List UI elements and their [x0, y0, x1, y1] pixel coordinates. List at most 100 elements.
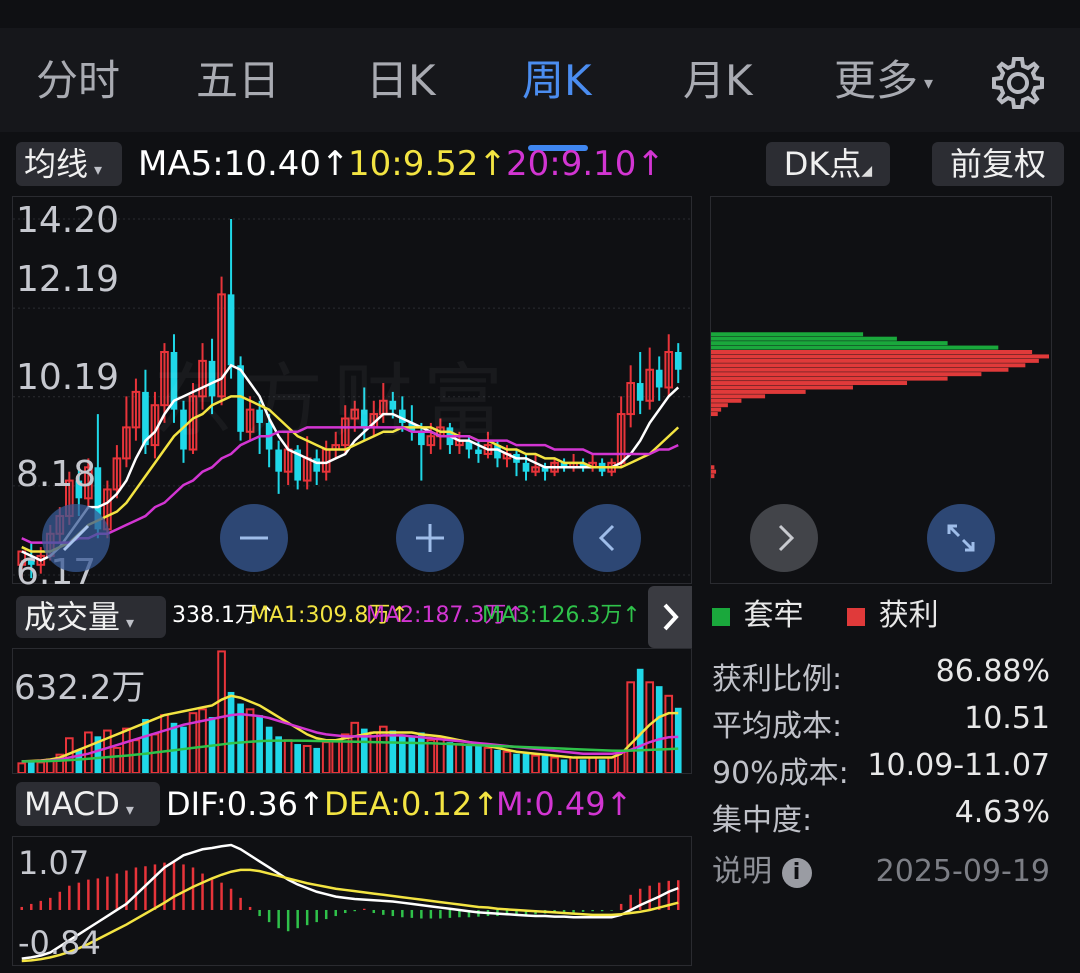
chevron-down-icon: ▾ — [924, 72, 934, 94]
info-icon[interactable]: i — [781, 857, 812, 888]
volume-bar-up — [483, 746, 493, 773]
chip-bar-profit — [711, 385, 853, 390]
tab-more-label: 更多 — [834, 56, 919, 105]
ma-selector[interactable]: 均线 ▾ — [16, 142, 122, 186]
ma20-value: 20:9.10↑ — [506, 144, 665, 184]
dif-line — [21, 843, 679, 960]
concentration-value: 4.63% — [954, 795, 1050, 830]
volume-bar-up — [550, 756, 559, 773]
volume-bar-down — [513, 753, 520, 773]
chip-bar-profit — [711, 474, 715, 479]
volume-bar-down — [256, 715, 263, 773]
volume-bar-down — [560, 759, 568, 773]
price-tick-1: 14.20 — [16, 200, 120, 241]
volume-bar-down — [265, 726, 273, 773]
gear-icon[interactable] — [990, 55, 1046, 111]
volume-bar-down — [446, 742, 454, 773]
profit-ratio-value: 86.88% — [935, 654, 1050, 689]
volume-selector[interactable]: 成交量 ▾ — [16, 596, 166, 638]
volume-bar-down — [636, 668, 644, 773]
tab-weekly-k[interactable]: 周K — [522, 56, 592, 106]
price-tick-2: 12.19 — [16, 259, 120, 300]
volume-bar-down — [398, 734, 406, 773]
volume-bar-up — [426, 739, 436, 773]
volume-bar-down — [465, 745, 473, 773]
chip-bar-profit — [711, 350, 1033, 355]
volume-bar-up — [588, 756, 597, 773]
expand-icon — [62, 524, 90, 552]
volume-bar-up — [198, 708, 207, 773]
zoom-reset-button[interactable] — [42, 504, 110, 572]
volume-bar-up — [455, 743, 464, 773]
volume-bar-up — [569, 756, 578, 773]
chip-note[interactable]: 说明 i — [712, 852, 812, 892]
cost-90-value: 10.09-11.07 — [867, 748, 1050, 783]
chip-bar-trap — [711, 332, 864, 337]
chip-bar-trap — [711, 336, 897, 341]
expand-panel-button[interactable] — [648, 586, 692, 648]
chip-bar-profit — [711, 376, 948, 381]
tab-more[interactable]: 更多 ▾ — [834, 56, 933, 106]
chevron-down-icon: ▾ — [126, 613, 135, 632]
volume-bar-up — [36, 761, 46, 773]
avg-cost-label: 平均成本: — [712, 709, 843, 744]
zoom-in-button[interactable] — [396, 504, 464, 572]
trap-legend-swatch — [712, 607, 730, 626]
chip-note-label: 说明 — [712, 854, 772, 889]
macd-selector[interactable]: MACD ▾ — [16, 782, 160, 826]
zoom-out-button[interactable] — [220, 504, 288, 572]
volume-bar-up — [160, 714, 169, 773]
cost-90-label: 90%成本: — [712, 756, 849, 791]
profit-ratio-label: 获利比例: — [712, 662, 843, 697]
ma-selector-label: 均线 — [24, 145, 89, 183]
ma10-value: 10:9.52↑ — [348, 144, 507, 184]
volume-bar-up — [112, 746, 122, 773]
ma5-value: MA5:10.40↑ — [138, 144, 350, 184]
volume-bar-down — [674, 707, 682, 773]
dk-point-button[interactable]: DK点◢ — [766, 142, 890, 186]
candle-down — [674, 352, 682, 370]
volume-bar-up — [17, 762, 27, 773]
macd-dif: DIF:0.36↑ — [166, 785, 325, 823]
period-tab-bar: 分时 五日 日K 周K 月K 更多 ▾ — [0, 28, 1080, 151]
volume-bar-down — [598, 759, 606, 773]
chip-bar-profit — [711, 372, 982, 377]
tab-five-day[interactable]: 五日 — [196, 56, 280, 106]
volume-bar-down — [541, 755, 549, 773]
chip-bar-profit — [711, 394, 766, 399]
chip-bar-profit — [711, 389, 806, 394]
candle-down — [655, 369, 663, 388]
minus-icon — [240, 536, 268, 540]
volume-bar-up — [502, 750, 512, 773]
macd-chart — [20, 843, 680, 963]
fullscreen-button[interactable] — [927, 504, 995, 572]
chip-bar-profit — [711, 367, 1009, 372]
chip-date: 2025-09-19 — [875, 854, 1050, 889]
forward-adjust-button[interactable]: 前复权 — [932, 142, 1064, 186]
tab-intraday[interactable]: 分时 — [36, 56, 120, 106]
chevron-down-icon: ▾ — [125, 800, 134, 819]
volume-bar-up — [122, 727, 131, 773]
tab-monthly-k[interactable]: 月K — [683, 56, 753, 106]
macd-axis-bottom: -0.84 — [18, 924, 101, 962]
chevron-right-icon — [663, 603, 679, 631]
volume-bar-up — [321, 741, 331, 773]
volume-bar-up — [626, 681, 636, 773]
price-tick-4: 8.18 — [16, 454, 97, 495]
scroll-right-button[interactable] — [750, 504, 818, 572]
tab-daily-k[interactable]: 日K — [366, 56, 436, 106]
trap-legend-label: 套牢 — [743, 598, 804, 633]
macd-panel — [12, 836, 692, 966]
volume-bar-down — [142, 718, 149, 773]
chip-bar-profit — [711, 412, 718, 417]
chip-legend: 套牢 获利 — [712, 598, 939, 634]
volume-bar-down — [389, 730, 397, 773]
volume-bar-down — [75, 749, 83, 773]
macd-axis-top: 1.07 — [18, 844, 90, 882]
volume-bar-up — [369, 731, 379, 773]
scroll-left-button[interactable] — [573, 504, 641, 572]
chip-bar-profit — [711, 465, 715, 470]
chip-bar-trap — [711, 345, 999, 350]
volume-axis-top: 632.2万 — [14, 668, 146, 708]
concentration-label: 集中度: — [712, 803, 813, 838]
